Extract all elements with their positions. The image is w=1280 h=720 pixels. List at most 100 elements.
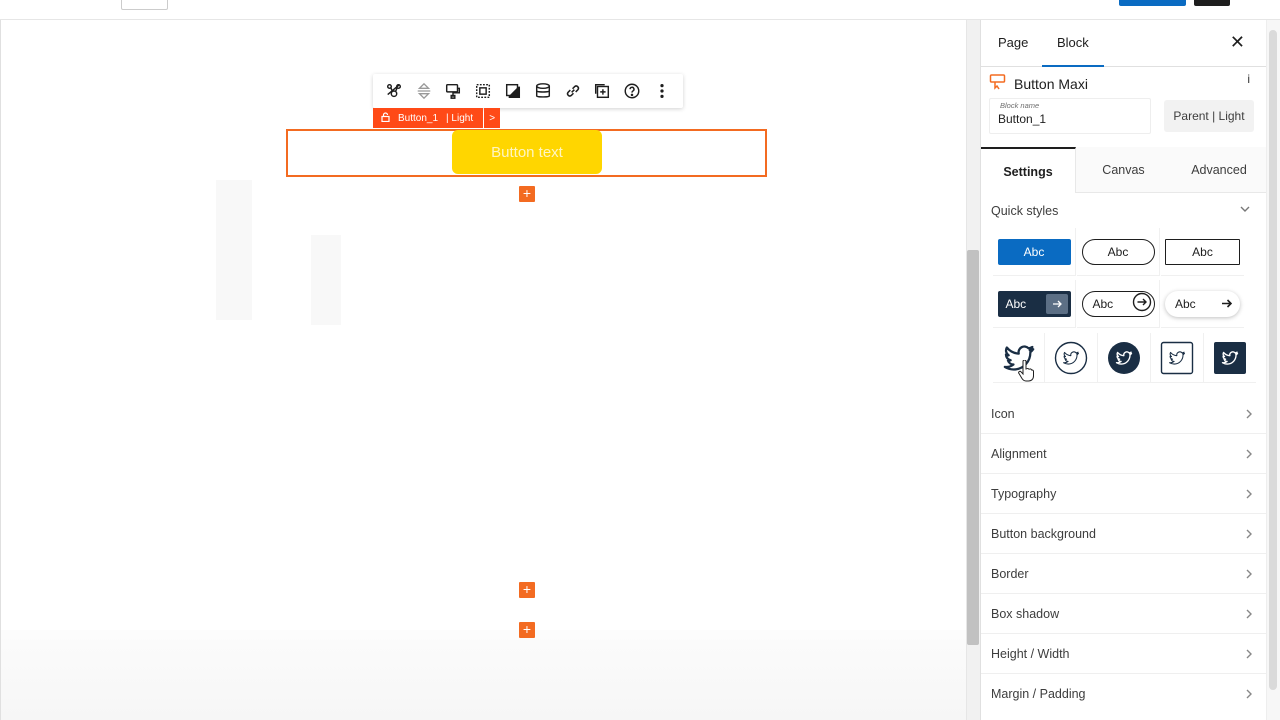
chevron-right-icon: [1246, 609, 1252, 619]
block-name-field[interactable]: Block name Button_1: [989, 98, 1151, 134]
canvas-footer-area: [1, 630, 966, 720]
section-label: Button background: [991, 527, 1096, 541]
preset-dark: Abc: [997, 290, 1071, 317]
chevron-down-icon[interactable]: [1240, 204, 1250, 214]
chevron-right-icon: [1246, 409, 1252, 419]
alignment-icon[interactable]: [409, 74, 439, 108]
section-icon[interactable]: Icon: [981, 394, 1267, 434]
block-name-value[interactable]: Button_1: [998, 112, 1046, 126]
more-options-icon[interactable]: [647, 74, 677, 108]
close-icon[interactable]: ✕: [1230, 31, 1245, 53]
preset-outline-circle: Abc: [1081, 290, 1155, 317]
block-name-label: Block name: [1000, 101, 1040, 110]
section-label: Box shadow: [991, 607, 1060, 621]
block-header: Button Maxi: [989, 73, 1088, 95]
hand-cursor-icon: [1018, 360, 1034, 382]
button-preview[interactable]: Button text: [452, 130, 602, 174]
quick-style-preset[interactable]: Abc: [1077, 280, 1160, 328]
block-toolbar: [373, 74, 683, 108]
add-block-button[interactable]: +: [519, 622, 535, 638]
canvas-scrollbar-thumb[interactable]: [967, 250, 979, 645]
preset-shadow: Abc: [1165, 291, 1240, 317]
section-alignment[interactable]: Alignment: [981, 434, 1267, 474]
info-icon[interactable]: i: [1247, 72, 1250, 86]
publish-button[interactable]: [1119, 0, 1186, 6]
copy-add-icon[interactable]: [588, 74, 618, 108]
tab-advanced[interactable]: Advanced: [1171, 147, 1267, 193]
chevron-right-icon: [1246, 449, 1252, 459]
icon-preset-circle-filled[interactable]: [1098, 333, 1151, 383]
twitter-icon: [1160, 341, 1194, 374]
style-cards-icon[interactable]: [379, 74, 409, 108]
chevron-right-icon: [1246, 529, 1252, 539]
arrow-right-icon: [1045, 293, 1068, 314]
lock-icon: [381, 111, 390, 125]
quick-style-preset[interactable]: Abc: [1161, 228, 1244, 276]
add-block-button[interactable]: +: [519, 186, 535, 202]
quick-style-preset[interactable]: Abc: [1077, 228, 1160, 276]
tab-settings[interactable]: Settings: [981, 147, 1076, 193]
inner-tabs: Settings Canvas Advanced: [981, 147, 1267, 193]
section-label: Icon: [991, 407, 1015, 421]
help-icon[interactable]: [617, 74, 647, 108]
preset-label: Abc: [1175, 296, 1196, 311]
breadcrumb-next-button[interactable]: >: [484, 108, 501, 128]
preset-label: Abc: [1092, 296, 1114, 311]
preset-label: Abc: [1081, 238, 1155, 265]
section-margin-padding[interactable]: Margin / Padding: [981, 674, 1267, 714]
twitter-icon: [1108, 341, 1140, 374]
preset-label: Abc: [997, 238, 1071, 265]
preset-label: Abc: [1165, 238, 1240, 265]
twitter-icon: [1214, 341, 1246, 374]
quick-styles-title[interactable]: Quick styles: [991, 204, 1058, 218]
preset-label: Abc: [1005, 296, 1027, 311]
section-label: Margin / Padding: [991, 687, 1086, 701]
ghost-shape: [216, 180, 252, 320]
button-block-icon: [989, 73, 1006, 95]
section-label: Typography: [991, 487, 1057, 501]
section-label: Border: [991, 567, 1029, 581]
padding-icon[interactable]: [468, 74, 498, 108]
quick-style-preset[interactable]: Abc: [993, 228, 1076, 276]
block-style-label: | Light: [446, 112, 474, 124]
icon-preset-square-outline[interactable]: [1151, 333, 1204, 383]
sidebar-scrollbar-thumb[interactable]: [1269, 30, 1277, 690]
block-breadcrumb: Button_1 | Light >: [373, 108, 501, 128]
chevron-right-icon: [1246, 649, 1252, 659]
tab-block[interactable]: Block: [1042, 20, 1104, 67]
chevron-right-icon: [1246, 489, 1252, 499]
top-bar-box[interactable]: [121, 0, 168, 10]
top-bar-dark-button[interactable]: [1194, 0, 1230, 6]
section-border[interactable]: Border: [981, 554, 1267, 594]
add-block-button[interactable]: +: [519, 582, 535, 598]
arrow-circle-icon: [1132, 292, 1152, 315]
tab-canvas[interactable]: Canvas: [1076, 147, 1171, 193]
block-title: Button Maxi: [1014, 76, 1088, 92]
chevron-right-icon: [1246, 569, 1252, 579]
quick-style-preset[interactable]: Abc: [1161, 280, 1244, 328]
paint-format-icon[interactable]: [439, 74, 469, 108]
database-icon[interactable]: [528, 74, 558, 108]
block-label-tag[interactable]: Button_1 | Light: [373, 108, 484, 128]
ghost-shape: [311, 235, 341, 325]
link-icon[interactable]: [558, 74, 588, 108]
twitter-icon: [1054, 341, 1088, 374]
top-bar: [0, 0, 1280, 20]
section-box-shadow[interactable]: Box shadow: [981, 594, 1267, 634]
settings-sidebar: Page Block ✕ Button Maxi i Block name Bu…: [980, 20, 1267, 720]
chevron-right-icon: [1246, 689, 1252, 699]
quick-style-preset[interactable]: Abc: [993, 280, 1076, 328]
shadow-icon[interactable]: [498, 74, 528, 108]
tab-page[interactable]: Page: [998, 20, 1028, 67]
section-button-background[interactable]: Button background: [981, 514, 1267, 554]
arrow-right-icon: [1221, 297, 1233, 311]
section-typography[interactable]: Typography: [981, 474, 1267, 514]
icon-preset-square-filled[interactable]: [1204, 333, 1256, 383]
section-label: Alignment: [991, 447, 1047, 461]
section-height-width[interactable]: Height / Width: [981, 634, 1267, 674]
block-label: Button_1: [398, 112, 439, 124]
sidebar-tabs: Page Block ✕: [981, 20, 1267, 67]
parent-style-button[interactable]: Parent | Light: [1164, 100, 1254, 132]
icon-preset-circle-outline[interactable]: [1045, 333, 1098, 383]
section-label: Height / Width: [991, 647, 1070, 661]
